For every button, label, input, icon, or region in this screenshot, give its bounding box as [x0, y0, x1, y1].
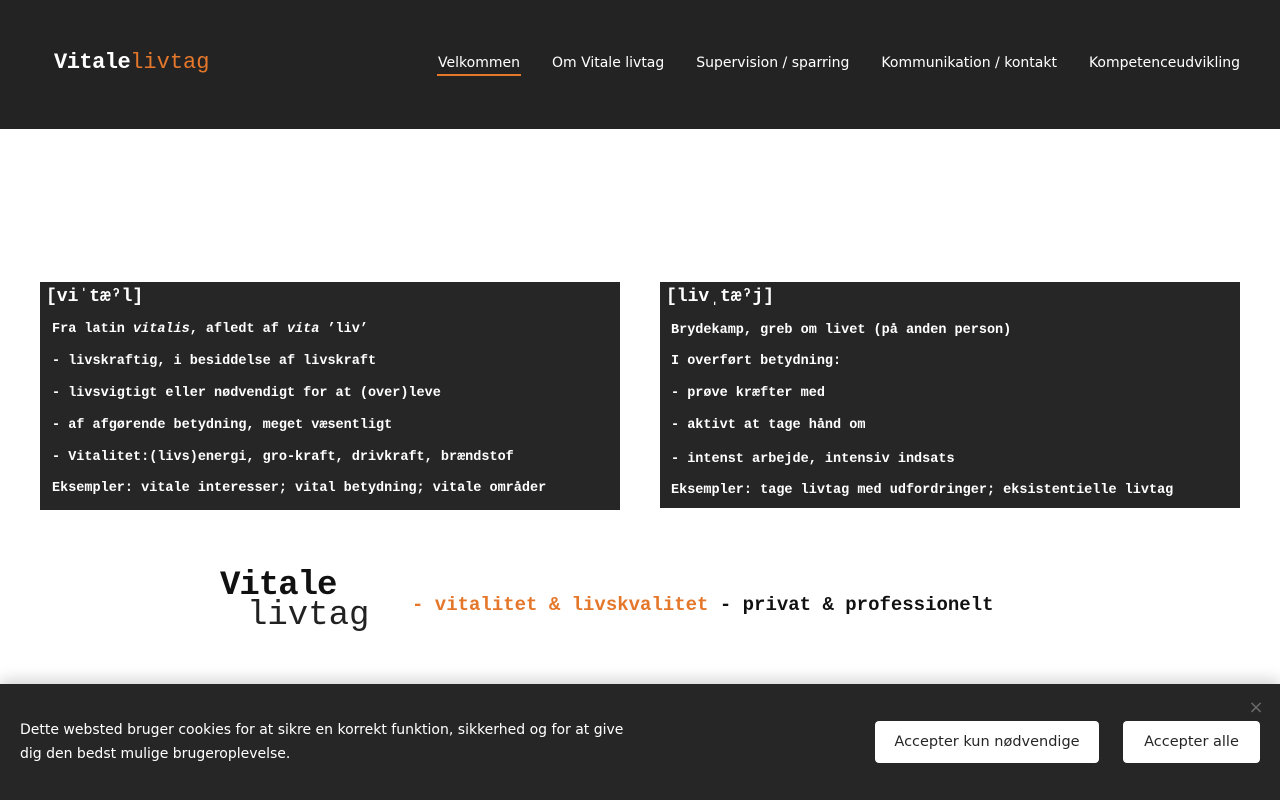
origin-prefix: Fra latin [52, 322, 134, 337]
definition-line: - livskraftig, i besiddelse af livskraft [52, 354, 377, 369]
nav-item-om-vitale-livtag[interactable]: Om Vitale livtag [552, 53, 664, 73]
definition-line: Brydekamp, greb om livet (på anden perso… [671, 323, 1012, 338]
origin-root-word: vita [286, 322, 320, 337]
definition-line: I overført betydning: [671, 354, 842, 369]
logo-word-livtag: livtag [130, 50, 210, 75]
accept-all-button[interactable]: Accepter alle [1123, 721, 1260, 763]
definition-examples: Eksempler: vitale interesser; vital bety… [52, 481, 547, 496]
logo-word-vitale: Vitale [54, 50, 131, 75]
definition-line: - Vitalitet:(livs)energi, gro-kraft, dri… [52, 450, 514, 465]
close-icon[interactable]: × [1246, 698, 1266, 718]
definition-box-vital: [viˈtæˀl] Fra latin vitalis, afledt af v… [40, 282, 620, 510]
banner-tagline: - vitalitet & livskvalitet - privat & pr… [412, 594, 994, 616]
cookie-consent-bar: × Dette websted bruger cookies for at si… [0, 684, 1280, 800]
definition-title-vital: [viˈtæˀl] [46, 287, 144, 307]
brand-banner: Vitale livtag - vitalitet & livskvalitet… [220, 568, 1080, 640]
definition-origin-line: Fra latin vitalis, afledt af vita ’liv’ [52, 321, 368, 339]
definition-title-livtag: [livˌtæˀj] [666, 287, 775, 307]
banner-tagline-vitalitet: - vitalitet & livskvalitet [412, 594, 709, 616]
banner-tagline-privat: - privat & professionelt [708, 594, 994, 616]
nav-item-kommunikation-kontakt[interactable]: Kommunikation / kontakt [881, 53, 1057, 73]
origin-mid: , afledt af [189, 322, 287, 337]
definition-line: - af afgørende betydning, meget væsentli… [52, 418, 393, 433]
site-logo[interactable]: Vitalelivtag [54, 50, 209, 76]
nav-item-velkommen[interactable]: Velkommen [437, 53, 521, 76]
definition-line: - intenst arbejde, intensiv indsats [671, 452, 955, 467]
definition-line: - prøve kræfter med [671, 386, 825, 401]
main-nav: Velkommen Om Vitale livtag Supervision /… [437, 53, 1240, 76]
definition-examples: Eksempler: tage livtag med udfordringer;… [671, 483, 1174, 498]
origin-suffix: ’liv’ [319, 322, 368, 337]
banner-word-livtag: livtag [247, 597, 370, 635]
site-header: Vitalelivtag Velkommen Om Vitale livtag … [0, 0, 1280, 129]
definition-line: - livsvigtigt eller nødvendigt for at (o… [52, 386, 441, 401]
nav-item-kompetenceudvikling[interactable]: Kompetenceudvikling [1089, 53, 1240, 73]
definition-line: - aktivt at tage hånd om [671, 418, 866, 433]
cookie-message: Dette websted bruger cookies for at sikr… [20, 722, 624, 762]
accept-necessary-button[interactable]: Accepter kun nødvendige [875, 721, 1099, 763]
definition-box-livtag: [livˌtæˀj] Brydekamp, greb om livet (på … [660, 282, 1240, 508]
origin-latin-word: vitalis [133, 322, 190, 337]
nav-item-supervision-sparring[interactable]: Supervision / sparring [696, 53, 849, 73]
